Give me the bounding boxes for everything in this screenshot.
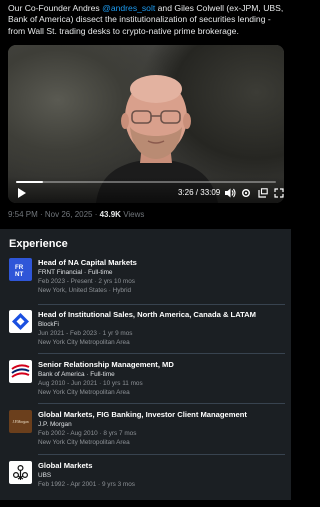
job-dates: Jun 2021 - Feb 2023 · 1 yr 9 mos	[38, 330, 133, 337]
views-label: Views	[120, 210, 145, 219]
job-title: Head of NA Capital Markets	[38, 258, 137, 267]
progress-bar[interactable]	[16, 181, 276, 183]
play-icon	[17, 188, 26, 198]
fullscreen-button[interactable]	[273, 187, 284, 199]
pip-button[interactable]	[257, 187, 269, 199]
experience-item-frnt[interactable]: FR NT Head of NA Capital Markets FRNT Fi…	[0, 258, 291, 304]
job-dates: Feb 2002 - Aug 2010 · 8 yrs 7 mos	[38, 430, 137, 437]
frnt-logo-mark: FR NT	[15, 264, 24, 278]
experience-item-ubs[interactable]: Global Markets UBS Feb 1992 - Apr 2001 ·…	[0, 461, 291, 507]
pip-icon	[258, 188, 268, 198]
jp-morgan-logo-mark: J.P.Morgan	[12, 420, 28, 424]
job-location: New York, United States · Hybrid	[38, 287, 132, 294]
ubs-logo	[9, 461, 32, 484]
experience-item-jp-morgan[interactable]: J.P.Morgan Global Markets, FIG Banking, …	[0, 410, 291, 456]
tweet: Our Co-Founder Andres @andres_solt and G…	[0, 0, 291, 228]
jp-morgan-logo: J.P.Morgan	[9, 410, 32, 433]
tweet-text-before: Our Co-Founder Andres	[8, 3, 103, 13]
job-title: Senior Relationship Management, MD	[38, 360, 174, 369]
company: BlockFi	[38, 321, 59, 328]
divider	[38, 304, 285, 305]
svg-text:FR: FR	[15, 264, 24, 271]
volume-button[interactable]	[224, 187, 236, 199]
experience-item-bank-of-america[interactable]: Senior Relationship Management, MD Bank …	[0, 360, 291, 406]
fullscreen-icon	[274, 188, 284, 198]
job-title: Global Markets	[38, 461, 93, 470]
settings-icon	[242, 189, 250, 197]
section-title: Experience	[9, 238, 68, 250]
video-time: 3:26 / 33:09	[178, 188, 221, 197]
divider	[38, 454, 285, 455]
bank-of-america-logo	[9, 360, 32, 383]
divider	[38, 403, 285, 404]
video-controls: 3:26 / 33:09	[8, 177, 284, 203]
company: Bank of America · Full-time	[38, 371, 115, 378]
job-location: New York City Metropolitan Area	[38, 439, 130, 446]
frnt-logo: FR NT	[9, 258, 32, 281]
experience-item-blockfi[interactable]: Head of Institutional Sales, North Ameri…	[0, 310, 291, 356]
tweet-meta: 9:54 PM · Nov 26, 2025 · 43.9K Views	[8, 209, 144, 221]
svg-text:NT: NT	[15, 271, 23, 278]
volume-icon	[224, 188, 236, 198]
job-dates: Feb 1992 - Apr 2001 · 9 yrs 3 mos	[38, 481, 135, 488]
divider	[38, 353, 285, 354]
progress-fill	[16, 181, 44, 183]
experience-section: Experience FR NT Head of NA Capital Mark…	[0, 229, 291, 500]
ubs-keys-icon	[12, 464, 29, 480]
settings-button[interactable]	[240, 187, 252, 199]
job-dates: Aug 2010 - Jun 2021 · 10 yrs 11 mos	[38, 380, 143, 387]
job-dates: Feb 2023 - Present · 2 yrs 10 mos	[38, 278, 135, 285]
company: UBS	[38, 472, 52, 479]
play-button[interactable]	[16, 187, 26, 199]
mention-link[interactable]: @andres_solt	[102, 3, 155, 13]
video-player[interactable]: 3:26 / 33:09	[8, 45, 284, 203]
company: J.P. Morgan	[38, 421, 72, 428]
view-count: 43.9K	[99, 210, 121, 219]
job-location: New York City Metropolitan Area	[38, 389, 130, 396]
blockfi-logo	[9, 310, 32, 333]
bank-of-america-flag-icon	[11, 364, 30, 378]
blockfi-logo-mark	[12, 313, 29, 330]
job-title: Global Markets, FIG Banking, Investor Cl…	[38, 410, 247, 419]
svg-text:J.P.Morgan: J.P.Morgan	[12, 420, 28, 424]
tweet-timestamp[interactable]: 9:54 PM · Nov 26, 2025 ·	[8, 210, 100, 219]
tweet-text: Our Co-Founder Andres @andres_solt and G…	[8, 3, 286, 37]
job-location: New York City Metropolitan Area	[38, 339, 130, 346]
company: FRNT Financial · Full-time	[38, 269, 113, 276]
job-title: Head of Institutional Sales, North Ameri…	[38, 310, 256, 319]
